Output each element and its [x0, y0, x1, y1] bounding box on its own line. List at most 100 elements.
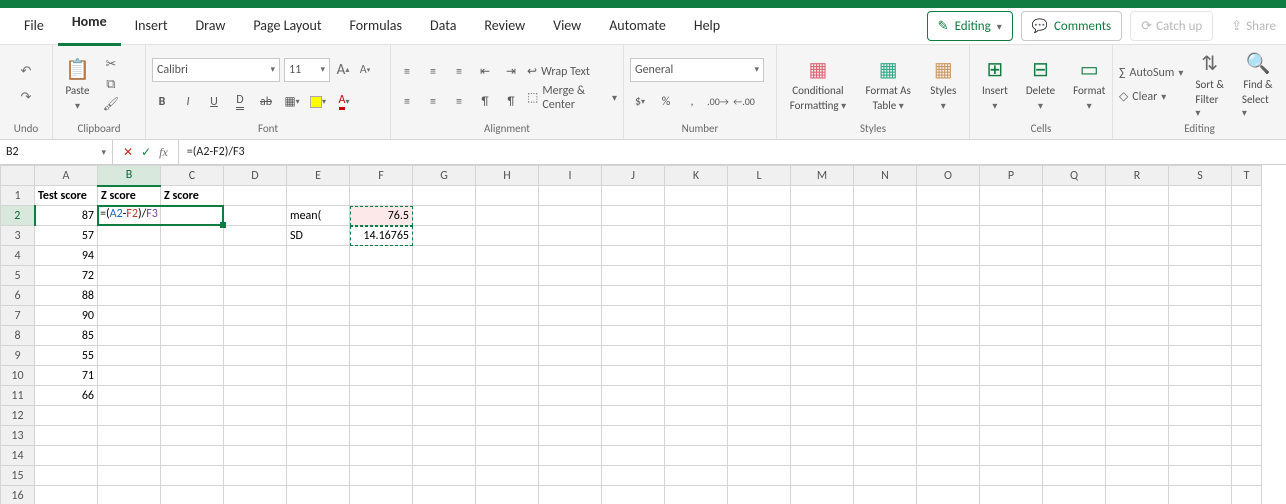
cell-R12[interactable]	[1106, 406, 1169, 426]
underline-button[interactable]: U	[204, 92, 224, 112]
select-all-corner[interactable]	[1, 166, 35, 186]
cell-J15[interactable]	[602, 466, 665, 486]
cell-O10[interactable]	[917, 366, 980, 386]
cell-B9[interactable]	[98, 346, 161, 366]
cell-Q3[interactable]	[1043, 226, 1106, 246]
cell-A3[interactable]: 57	[35, 226, 98, 246]
wrap-text-button[interactable]: ↩Wrap Text	[527, 62, 617, 82]
cell-Q7[interactable]	[1043, 306, 1106, 326]
cell-L2[interactable]	[728, 206, 791, 226]
row-header-7[interactable]: 7	[1, 306, 35, 326]
cell-E11[interactable]	[287, 386, 350, 406]
cell-J14[interactable]	[602, 446, 665, 466]
cell-S3[interactable]	[1169, 226, 1232, 246]
cell-T9[interactable]	[1232, 346, 1262, 366]
cell-C3[interactable]	[161, 226, 224, 246]
delete-cells-button[interactable]: ⊟Delete▾	[1020, 55, 1061, 114]
align-middle-button[interactable]: ≡	[423, 62, 443, 82]
cell-L13[interactable]	[728, 426, 791, 446]
cell-C11[interactable]	[161, 386, 224, 406]
find-select-button[interactable]: 🔍Find &Select ▾	[1236, 49, 1280, 121]
cell-G7[interactable]	[413, 306, 476, 326]
cell-A6[interactable]: 88	[35, 286, 98, 306]
cell-E5[interactable]	[287, 266, 350, 286]
cell-I14[interactable]	[539, 446, 602, 466]
cell-T15[interactable]	[1232, 466, 1262, 486]
cell-P10[interactable]	[980, 366, 1043, 386]
col-header-M[interactable]: M	[791, 166, 854, 186]
cell-O8[interactable]	[917, 326, 980, 346]
cell-D4[interactable]	[224, 246, 287, 266]
cell-N6[interactable]	[854, 286, 917, 306]
cell-Q12[interactable]	[1043, 406, 1106, 426]
cell-B6[interactable]	[98, 286, 161, 306]
copy-button[interactable]: ⧉	[102, 76, 120, 94]
cell-F12[interactable]	[350, 406, 413, 426]
col-header-Q[interactable]: Q	[1043, 166, 1106, 186]
row-header-2[interactable]: 2	[1, 206, 35, 226]
cell-G1[interactable]	[413, 186, 476, 206]
increase-decimal-button[interactable]: .00→	[708, 92, 728, 112]
cell-E7[interactable]	[287, 306, 350, 326]
cell-T5[interactable]	[1232, 266, 1262, 286]
cell-B13[interactable]	[98, 426, 161, 446]
cell-P8[interactable]	[980, 326, 1043, 346]
cell-T10[interactable]	[1232, 366, 1262, 386]
col-header-B[interactable]: B	[98, 166, 161, 186]
cell-F16[interactable]	[350, 486, 413, 504]
cell-I5[interactable]	[539, 266, 602, 286]
insert-cells-button[interactable]: ⊞Insert▾	[976, 55, 1014, 114]
cell-R4[interactable]	[1106, 246, 1169, 266]
paste-button[interactable]: 📋 Paste ▾	[59, 55, 96, 114]
row-header-3[interactable]: 3	[1, 226, 35, 246]
undo-button[interactable]: ↶	[17, 63, 35, 81]
cell-P9[interactable]	[980, 346, 1043, 366]
cell-C4[interactable]	[161, 246, 224, 266]
row-header-14[interactable]: 14	[1, 446, 35, 466]
tab-help[interactable]: Help	[680, 8, 734, 44]
cell-O6[interactable]	[917, 286, 980, 306]
cell-E13[interactable]	[287, 426, 350, 446]
comma-button[interactable]: ,	[682, 92, 702, 112]
cell-P3[interactable]	[980, 226, 1043, 246]
cell-M5[interactable]	[791, 266, 854, 286]
font-size-select[interactable]: 11▾	[284, 58, 330, 82]
cell-Q8[interactable]	[1043, 326, 1106, 346]
cell-N7[interactable]	[854, 306, 917, 326]
cell-G14[interactable]	[413, 446, 476, 466]
cell-M13[interactable]	[791, 426, 854, 446]
cell-Q5[interactable]	[1043, 266, 1106, 286]
cell-I7[interactable]	[539, 306, 602, 326]
tab-automate[interactable]: Automate	[595, 8, 680, 44]
cell-J1[interactable]	[602, 186, 665, 206]
cell-F2[interactable]: 76.5	[350, 206, 413, 226]
cell-P5[interactable]	[980, 266, 1043, 286]
cell-O7[interactable]	[917, 306, 980, 326]
cell-T11[interactable]	[1232, 386, 1262, 406]
cell-S4[interactable]	[1169, 246, 1232, 266]
tab-review[interactable]: Review	[470, 8, 539, 44]
cell-N13[interactable]	[854, 426, 917, 446]
cell-B14[interactable]	[98, 446, 161, 466]
cell-N16[interactable]	[854, 486, 917, 504]
cell-B15[interactable]	[98, 466, 161, 486]
cell-P4[interactable]	[980, 246, 1043, 266]
cell-B11[interactable]	[98, 386, 161, 406]
cell-P2[interactable]	[980, 206, 1043, 226]
cell-I8[interactable]	[539, 326, 602, 346]
double-underline-button[interactable]: D	[230, 92, 250, 112]
cell-G5[interactable]	[413, 266, 476, 286]
cell-P16[interactable]	[980, 486, 1043, 504]
cell-I4[interactable]	[539, 246, 602, 266]
cell-E10[interactable]	[287, 366, 350, 386]
cell-I11[interactable]	[539, 386, 602, 406]
align-right-button[interactable]: ≡	[449, 92, 469, 112]
cell-K13[interactable]	[665, 426, 728, 446]
ltr-button[interactable]: ¶	[501, 92, 521, 112]
name-box[interactable]: B2 ▾	[0, 140, 113, 164]
cell-M9[interactable]	[791, 346, 854, 366]
cell-K1[interactable]	[665, 186, 728, 206]
cell-C13[interactable]	[161, 426, 224, 446]
cell-T13[interactable]	[1232, 426, 1262, 446]
cell-styles-button[interactable]: ▦ Styles ▾	[924, 55, 962, 114]
